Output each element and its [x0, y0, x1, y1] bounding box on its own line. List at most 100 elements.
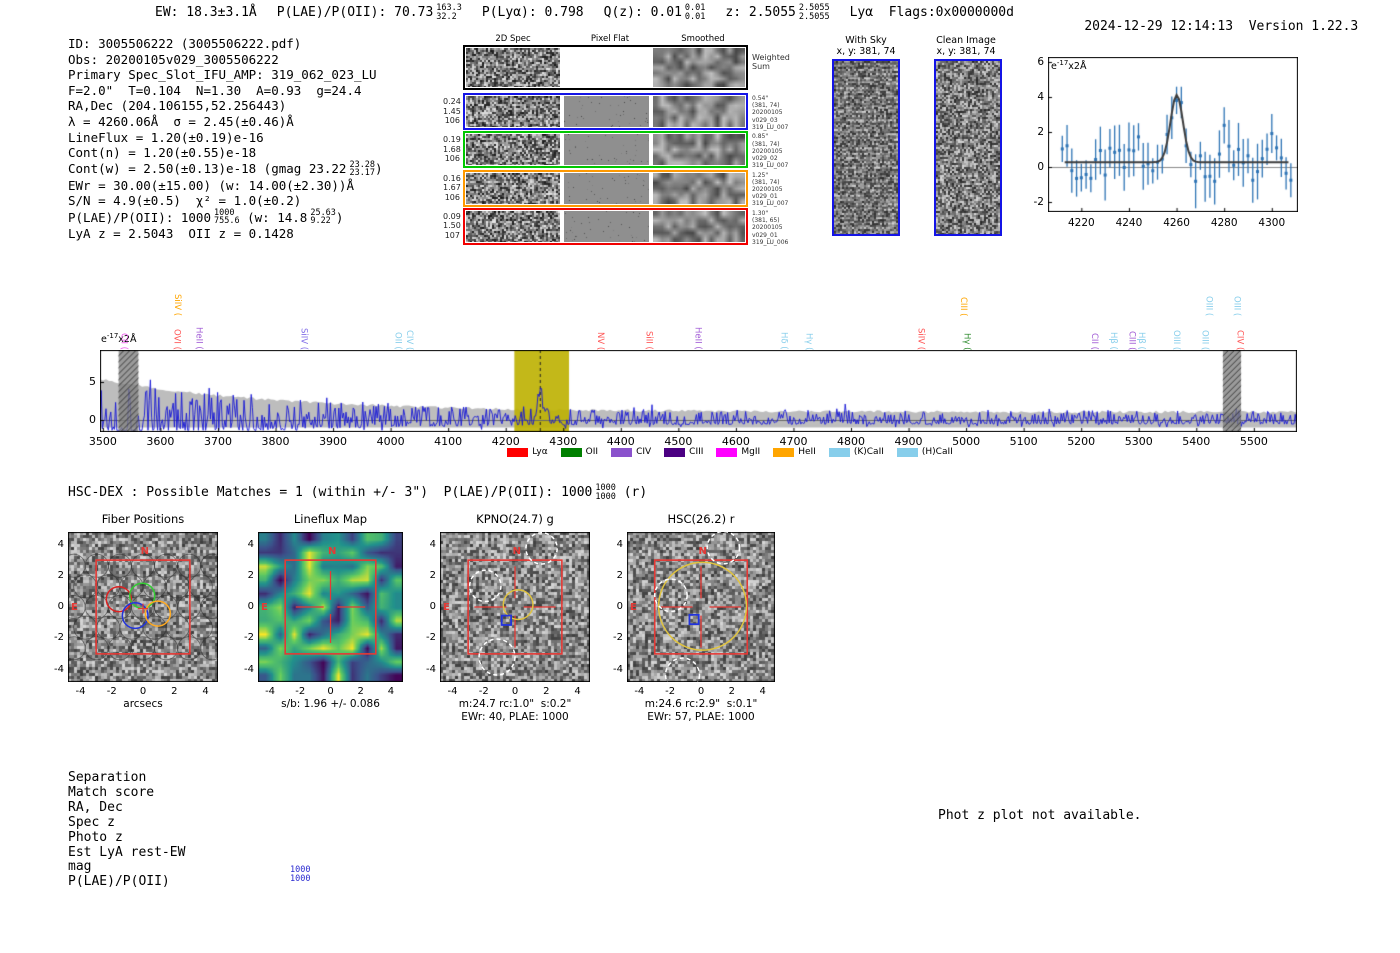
cutout-row-right-label: 0.85" (381, 74) 20200105 v029_02 319_LU_007 — [752, 133, 794, 169]
stacked-fraction: 2.5055 2.5055 — [799, 4, 830, 21]
cutout-2d-smooth-canvas — [653, 134, 745, 166]
clean-image-coords: x, y: 381, 74 — [936, 46, 996, 57]
spectrum-xtick: 3500 — [88, 435, 117, 448]
legend-label: HeII — [798, 447, 816, 457]
right-label-line: (381, 65) — [752, 217, 780, 225]
panel-xtick: -4 — [634, 686, 645, 697]
cutout-2d-smooth-canvas — [653, 172, 745, 204]
text-token: z: 2.5055 2.5055 2.5055 — [725, 4, 829, 21]
fiber-circle — [130, 553, 156, 578]
text-token: F=2.0" T=0.104 N=1.30 A=0.93 g=24.4 — [68, 83, 362, 99]
emission-line-marker: OIII ( — [1231, 295, 1242, 316]
fiber-circle — [68, 636, 86, 661]
panel-ytick: 0 — [247, 601, 254, 612]
segmentation-circle — [478, 638, 516, 676]
fiber-circle — [107, 553, 132, 578]
left-label-line: 107 — [444, 230, 460, 240]
left-label-line: 1.67 — [443, 183, 461, 193]
token-text: ID: 3005506222 (3005506222.pdf) — [68, 36, 302, 51]
emission-line-marker: OII ( — [392, 332, 403, 350]
panel-caption: s/b: 1.96 +/- 0.086 — [281, 698, 380, 710]
right-label-line: 20200105 — [752, 224, 783, 232]
panel-ytick: -2 — [244, 632, 254, 644]
panel-caption: EWr: 40, PLAE: 1000 — [461, 711, 569, 723]
compass-east: E — [261, 601, 268, 613]
legend-swatch — [896, 447, 918, 457]
text-token: P(LAE)/P(OII): 70.73 163.3 32.2 — [277, 4, 462, 21]
token-text: EWr = 30.00(±15.00) (w: 14.00(±2.30))Å — [68, 177, 354, 193]
aperture-circle — [657, 561, 748, 651]
panel-xtick: 4 — [574, 686, 581, 697]
aperture-circle — [144, 600, 172, 627]
left-label-line: 106 — [444, 192, 460, 202]
fiber-circle — [107, 636, 132, 661]
right-label-line: 319_LU_007 — [752, 200, 789, 208]
emission-line-marker: OIII ( — [1199, 329, 1210, 350]
panel-caption: m:24.7 rc:1.0" s:0.2" — [458, 698, 572, 710]
zoom-plot-units-annotation: e-17x2Å — [1051, 59, 1087, 72]
cutouts-2d-block: 2D Spec Pixel Flat Smoothed Weighted Sum 0.24… — [443, 30, 795, 255]
panel-ytick: -2 — [426, 632, 436, 644]
spectrum-xtick: 5300 — [1124, 435, 1153, 448]
compass-north: N — [328, 546, 337, 558]
panel-ytick: 4 — [57, 538, 64, 550]
match-table-label: Separation — [68, 770, 147, 785]
zoom-plot-ytick: -2 — [1033, 196, 1044, 208]
panel-xtick: 2 — [171, 686, 178, 697]
spectrum-xtick: 3800 — [261, 435, 290, 448]
legend-label: CIV — [636, 447, 652, 457]
cutout-2d-flat-canvas — [564, 172, 649, 204]
token-text: F=2.0" T=0.104 N=1.30 A=0.93 g=24.4 — [68, 82, 362, 98]
legend-item: OII — [560, 447, 598, 457]
right-label-line: v029_02 — [752, 154, 778, 162]
emission-line-marker: SiII ( — [643, 331, 654, 350]
detection-info-block: ID: 3005506222 (3005506222.pdf) Obs: 2020… — [68, 36, 383, 242]
right-label-line: 0.85" — [752, 133, 769, 141]
fiber-circle — [73, 615, 98, 640]
full-spectrum-plot: 3500 3600 3700 3800 3900 4000 4100 4200 4300 4400… — [60, 268, 1390, 478]
text-token: λ = 4260.06Å σ = 2.45(±0.46)Å — [68, 114, 294, 130]
hsc-dex-match-line: HSC-DEX : Possible Matches = 1 (within +… — [68, 484, 647, 501]
right-label-line: (381, 74) — [752, 102, 780, 110]
text-token: RA,Dec (204.106155,52.256443) — [68, 98, 286, 114]
compass-north: N — [512, 546, 521, 558]
legend-swatch — [773, 447, 795, 457]
exponent: -17 — [106, 332, 119, 340]
token-text: Obs: 20200105v029_3005506222 — [68, 51, 279, 67]
token-text: ) — [335, 209, 344, 225]
fiber-circle — [188, 615, 213, 640]
spectrum-legend: Lyα OII CIV CIII MgII HeII (K)CaII (H)CaII — [390, 447, 1070, 457]
fraction-bottom: 2.5055 — [798, 11, 830, 22]
fiber-circle — [188, 574, 213, 599]
token-text: S/N = 4.9(±0.5) χ² = 1.0(±0.2) — [68, 193, 302, 209]
legend-item: HeII — [773, 447, 816, 457]
text-token: HSC-DEX : Possible Matches = 1 (within +… — [68, 484, 616, 501]
right-label-line: 319_LU_006 — [752, 238, 789, 246]
token-text: Q(z): 0.01 — [603, 5, 682, 20]
report-version: Version 1.22.3 — [1248, 19, 1359, 34]
segmentation-circle — [706, 532, 741, 565]
cutout-row-left-label: 0.19 1.68 106 — [443, 135, 461, 164]
emission-line-marker: Hβ ( — [1107, 332, 1118, 350]
legend-swatch — [560, 447, 582, 457]
fiber-circle — [165, 574, 190, 599]
text-token: Lyα Flags:0x0000000d — [850, 4, 1014, 21]
cutout-2d-row — [463, 93, 748, 130]
cutout-2d-row — [463, 169, 748, 207]
token-text: P(LAE)/P(OII): 70.73 — [276, 5, 434, 20]
compass-east: E — [630, 601, 637, 613]
left-label-line: 1.45 — [443, 106, 461, 116]
right-label-line: 319_LU_007 — [752, 123, 789, 131]
spectrum-ytick: 0 — [89, 413, 96, 426]
exponent: -17 — [1056, 59, 1069, 67]
text-token: ) — [375, 161, 383, 177]
stacked-fraction: 1000 755.6 — [214, 209, 240, 226]
panel-caption: EWr: 57, PLAE: 1000 — [647, 711, 755, 723]
emission-line-marker: Hβ ( — [1136, 332, 1147, 350]
cutout-col-header: Smoothed — [681, 34, 725, 44]
emission-line-marker: CIII ( — [1126, 330, 1137, 350]
text-token: EWr = 30.00(±15.00) (w: 14.00(±2.30))Å — [68, 178, 354, 194]
photz-note: Phot z plot not available. — [938, 808, 1142, 823]
panel-xtick: -4 — [447, 686, 458, 697]
fiber-circle — [154, 553, 179, 578]
